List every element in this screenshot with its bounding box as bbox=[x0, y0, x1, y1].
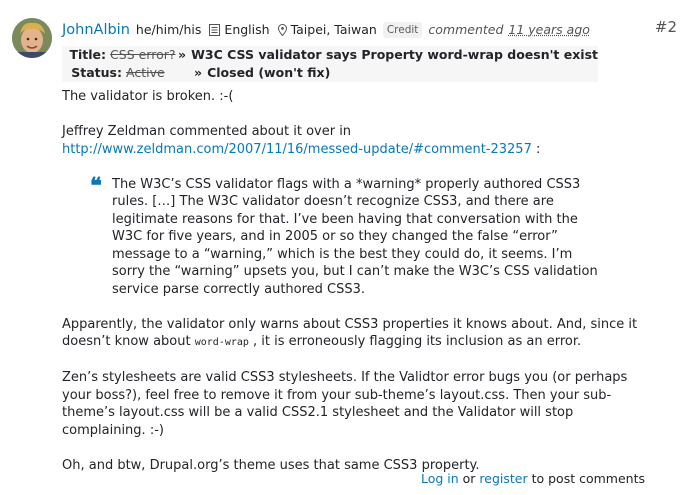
language-label: English bbox=[224, 22, 270, 37]
comment-footer: Log in or register to post comments bbox=[421, 470, 645, 487]
avatar[interactable] bbox=[12, 18, 52, 58]
change-row-status: Status: Active » Closed (won't fix) bbox=[62, 64, 598, 82]
language: English bbox=[209, 20, 270, 40]
change-arrow: » bbox=[178, 47, 187, 62]
footer-or: or bbox=[458, 471, 480, 486]
issue-changes: Title: CSS error? » W3C CSS validator sa… bbox=[62, 46, 598, 82]
comment-time[interactable]: 11 years ago bbox=[508, 20, 590, 40]
comment-number[interactable]: #2 bbox=[655, 18, 677, 36]
change-old-value: CSS error? bbox=[110, 47, 176, 62]
register-link[interactable]: register bbox=[479, 471, 527, 486]
comment: JohnAlbin he/him/his English Taipei, Tai… bbox=[0, 0, 689, 495]
change-label: Status: bbox=[71, 65, 122, 80]
document-icon bbox=[209, 24, 221, 36]
location-label: Taipei, Taiwan bbox=[290, 22, 377, 37]
change-new-value: W3C CSS validator says Property word-wra… bbox=[191, 47, 598, 62]
inline-code: word-wrap bbox=[194, 337, 249, 348]
commented-label: commented bbox=[428, 22, 504, 37]
quote-text: The W3C’s CSS validator flags with a *wa… bbox=[112, 176, 598, 297]
change-label: Title: bbox=[69, 47, 107, 62]
quote-icon: ❝ bbox=[90, 172, 102, 199]
credit-badge: Credit bbox=[382, 22, 423, 38]
comment-header: JohnAlbin he/him/his English Taipei, Tai… bbox=[62, 20, 682, 40]
pronouns: he/him/his bbox=[135, 22, 202, 37]
author-link[interactable]: JohnAlbin bbox=[62, 20, 130, 40]
paragraph-text: Jeffrey Zeldman commented about it over … bbox=[62, 124, 352, 139]
change-arrow: » bbox=[194, 65, 203, 80]
zeldman-link[interactable]: http://www.zeldman.com/2007/11/16/messed… bbox=[62, 142, 532, 157]
location: Taipei, Taiwan bbox=[277, 20, 377, 40]
paragraph: The validator is broken. :-( bbox=[62, 89, 234, 104]
comment-body: The validator is broken. :-( Jeffrey Zel… bbox=[62, 88, 642, 474]
login-link[interactable]: Log in bbox=[421, 471, 459, 486]
change-row-title: Title: CSS error? » W3C CSS validator sa… bbox=[62, 46, 598, 64]
footer-suffix: to post comments bbox=[527, 471, 645, 486]
paragraph: Zen’s stylesheets are valid CSS3 stylesh… bbox=[62, 370, 628, 438]
change-old-value: Active bbox=[126, 65, 165, 80]
paragraph-suffix: : bbox=[531, 141, 541, 157]
blockquote: ❝ The W3C’s CSS validator flags with a *… bbox=[90, 172, 607, 299]
paragraph-text: , it is erroneously flagging its inclusi… bbox=[248, 334, 582, 349]
paragraph: Apparently, the validator only warns abo… bbox=[62, 316, 642, 352]
map-pin-icon bbox=[277, 24, 287, 36]
paragraph: Jeffrey Zeldman commented about it over … bbox=[62, 123, 642, 158]
change-new-value: Closed (won't fix) bbox=[207, 65, 331, 80]
